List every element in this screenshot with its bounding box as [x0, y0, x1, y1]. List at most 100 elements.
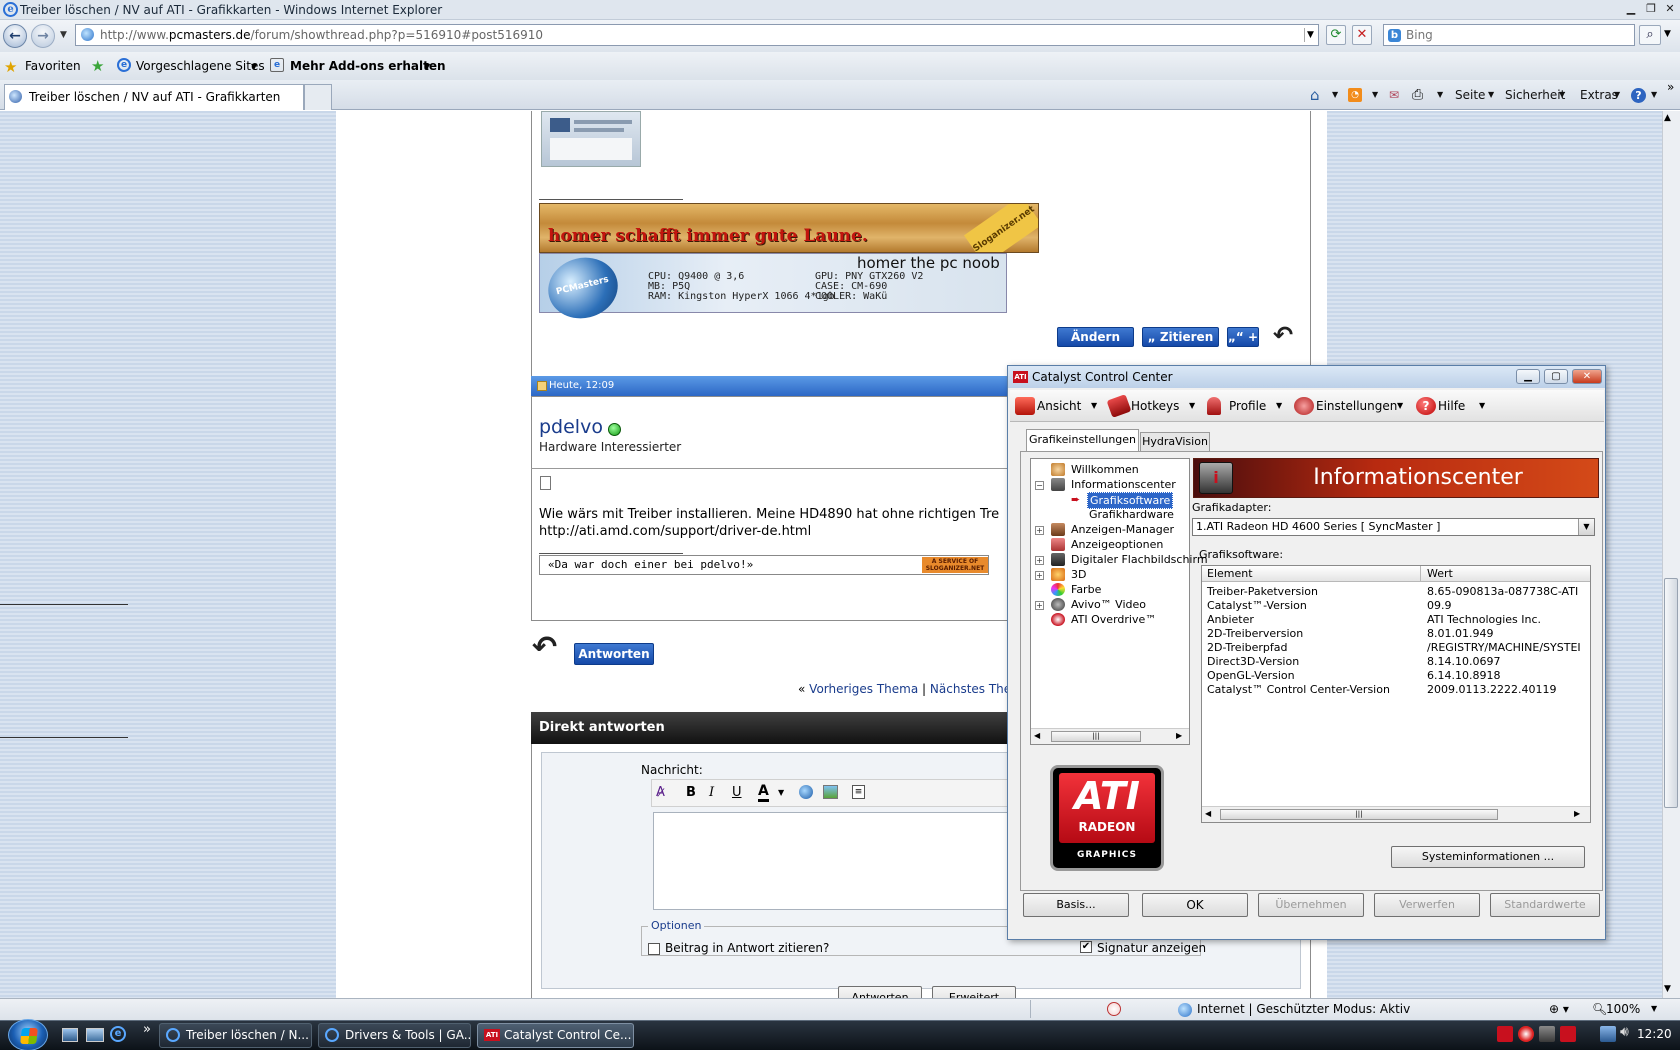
post-username[interactable]: pdelvo — [539, 416, 603, 438]
defaults-button[interactable]: Standardwerte — [1490, 893, 1600, 917]
text-color-icon[interactable]: A — [758, 783, 769, 802]
profiles-menu[interactable]: Profile — [1203, 392, 1266, 420]
reply-button[interactable]: Antworten — [574, 643, 654, 665]
tree-item-digital-flatpanel[interactable]: Digitaler Flachbildschirm — [1049, 552, 1208, 567]
apply-button[interactable]: Übernehmen — [1258, 893, 1364, 917]
discard-button[interactable]: Verwerfen — [1374, 893, 1480, 917]
sloganizer-badge[interactable]: A SERVICE OF SLOGANIZER.NET — [922, 557, 988, 573]
add-favorite-icon[interactable]: ★ — [91, 57, 104, 75]
tab-graphics-settings[interactable]: Grafikeinstellungen — [1026, 429, 1139, 451]
taskbar-clock[interactable]: 12:20 — [1637, 1027, 1672, 1041]
expand-icon[interactable]: + — [1035, 556, 1044, 565]
view-dropdown-icon[interactable]: ▼ — [1091, 401, 1097, 410]
start-button[interactable] — [8, 1019, 48, 1050]
tray-alert-icon[interactable] — [1518, 1026, 1534, 1042]
tree-item-3d[interactable]: 3D — [1049, 567, 1086, 582]
color-dropdown-icon[interactable]: ▼ — [778, 788, 784, 797]
new-tab-button[interactable] — [304, 84, 332, 110]
settings-menu[interactable]: Einstellungen — [1290, 392, 1397, 420]
tree-hscrollbar[interactable]: ◀ ||| ▶ — [1031, 728, 1189, 744]
scroll-up-icon[interactable]: ▲ — [1664, 113, 1671, 123]
search-options-icon[interactable]: ▼ — [1664, 29, 1671, 39]
back-button[interactable]: ← — [3, 24, 27, 48]
column-element[interactable]: Element — [1207, 567, 1253, 581]
home-dropdown-icon[interactable]: ▼ — [1332, 86, 1338, 104]
pcmasters-signature[interactable]: homer the pc noob PCMasters CPU: Q9400 @… — [539, 250, 1007, 326]
collapse-icon[interactable]: − — [1035, 481, 1044, 490]
grid-row-value[interactable]: 2009.0113.2222.40119 — [1427, 683, 1587, 696]
grid-scroll-thumb[interactable]: ||| — [1220, 809, 1498, 820]
show-desktop-icon[interactable] — [62, 1028, 78, 1042]
help-dropdown-icon[interactable]: ▼ — [1479, 401, 1485, 410]
grid-scroll-right-icon[interactable]: ▶ — [1574, 809, 1580, 818]
expand-icon[interactable]: + — [1035, 526, 1044, 535]
print-dropdown-icon[interactable]: ▼ — [1437, 86, 1443, 104]
grid-hscrollbar[interactable]: ◀ ||| ▶ — [1202, 806, 1590, 822]
ok-button[interactable]: OK — [1142, 893, 1248, 917]
profiles-dropdown-icon[interactable]: ▼ — [1276, 401, 1282, 410]
grid-row-value[interactable]: 09.9 — [1427, 599, 1587, 612]
suggested-dropdown-icon[interactable]: ▼ — [251, 62, 257, 71]
tree-item-color[interactable]: Farbe — [1049, 582, 1101, 597]
message-textarea[interactable] — [653, 812, 1011, 910]
zoom-level[interactable]: 100% — [1606, 999, 1640, 1020]
grid-row-value[interactable]: 8.01.01.949 — [1427, 627, 1587, 640]
page-dropdown-icon[interactable]: ▼ — [1488, 86, 1494, 104]
tree-scroll-thumb[interactable]: ||| — [1051, 731, 1141, 742]
grid-row-value[interactable]: /REGISTRY/MACHINE/SYSTEI — [1427, 641, 1587, 654]
tab-active[interactable]: Treiber löschen / NV auf ATI - Grafikkar… — [4, 84, 304, 110]
edit-button[interactable]: Ändern — [1057, 327, 1134, 347]
security-zone-text[interactable]: Internet | Geschützter Modus: Aktiv — [1197, 999, 1410, 1020]
multiquote-button[interactable]: „“ + — [1227, 327, 1259, 347]
more-commands-icon[interactable]: » — [1667, 80, 1674, 94]
scroll-down-icon[interactable]: ▼ — [1664, 984, 1671, 994]
italic-icon[interactable]: I — [709, 785, 714, 800]
adapter-select[interactable]: 1.ATI Radeon HD 4600 Series [ SyncMaster… — [1192, 518, 1595, 536]
quicklaunch-ie-icon[interactable]: e — [110, 1026, 126, 1042]
insert-image-icon[interactable] — [823, 785, 838, 799]
remove-format-icon[interactable]: A̷ — [656, 785, 665, 800]
favorites-button[interactable]: Favoriten — [25, 52, 81, 80]
advanced-button[interactable]: Erweitert — [932, 986, 1016, 998]
tray-device-icon[interactable] — [1539, 1026, 1555, 1042]
home-icon[interactable]: ⌂ — [1310, 86, 1320, 104]
tree-item-welcome[interactable]: Willkommen — [1049, 462, 1139, 477]
refresh-icon[interactable]: ⟳ — [1326, 25, 1346, 45]
help-dropdown-icon[interactable]: ▼ — [1651, 86, 1657, 104]
quote-tag-icon[interactable]: ≡ — [852, 785, 865, 799]
tray-network-icon[interactable] — [1600, 1026, 1616, 1042]
taskbar-item-ie-2[interactable]: Drivers & Tools | GA... — [318, 1023, 471, 1048]
previous-thread-link[interactable]: Vorheriges Thema — [809, 682, 918, 696]
close-button[interactable]: ✕ — [1661, 2, 1679, 17]
driver-link[interactable]: http://ati.amd.com/support/driver-de.htm… — [539, 524, 811, 539]
expand-icon[interactable]: + — [1035, 601, 1044, 610]
grid-row-value[interactable]: 6.14.10.8918 — [1427, 669, 1587, 682]
vertical-scrollbar[interactable] — [1662, 111, 1680, 998]
help-icon[interactable]: ? — [1631, 88, 1646, 103]
expand-icon[interactable]: + — [1035, 571, 1044, 580]
next-thread-link[interactable]: Nächstes Ther — [930, 682, 1016, 696]
settings-dropdown-icon[interactable]: ▼ — [1397, 401, 1403, 410]
hotkeys-dropdown-icon[interactable]: ▼ — [1189, 401, 1195, 410]
extras-dropdown-icon[interactable]: ▼ — [1614, 86, 1620, 104]
tree-item-avivo-video[interactable]: Avivo™ Video — [1049, 597, 1146, 612]
submit-reply-button[interactable]: Antworten — [838, 986, 922, 998]
address-dropdown-icon[interactable]: ▼ — [1304, 28, 1316, 42]
zoom-dropdown-icon[interactable]: ▼ — [1651, 1004, 1657, 1013]
tray-antivirus-icon[interactable] — [1497, 1026, 1513, 1042]
history-dropdown-icon[interactable]: ▼ — [60, 30, 67, 40]
underline-icon[interactable]: U — [732, 785, 742, 800]
rss-icon[interactable]: ◔ — [1348, 88, 1362, 102]
tree-item-graphics-hardware[interactable]: Grafikhardware — [1089, 507, 1174, 522]
help-menu[interactable]: Hilfe — [1412, 392, 1465, 420]
addons-link[interactable]: Mehr Add-ons erhalten — [290, 52, 446, 80]
tree-item-information-center[interactable]: Informationscenter — [1049, 477, 1176, 492]
reply-arrow-icon[interactable]: ↶ — [532, 633, 572, 665]
search-icon[interactable]: ⌕ — [1639, 25, 1661, 45]
mail-icon[interactable]: ✉ — [1389, 86, 1399, 104]
minimize-button[interactable]: ▁ — [1622, 2, 1640, 17]
rss-dropdown-icon[interactable]: ▼ — [1372, 86, 1378, 104]
addons-dropdown-icon[interactable]: ▼ — [424, 62, 430, 71]
taskbar-item-ie-1[interactable]: Treiber löschen / N... — [159, 1023, 312, 1048]
tab-hydravision[interactable]: HydraVision — [1140, 432, 1210, 451]
